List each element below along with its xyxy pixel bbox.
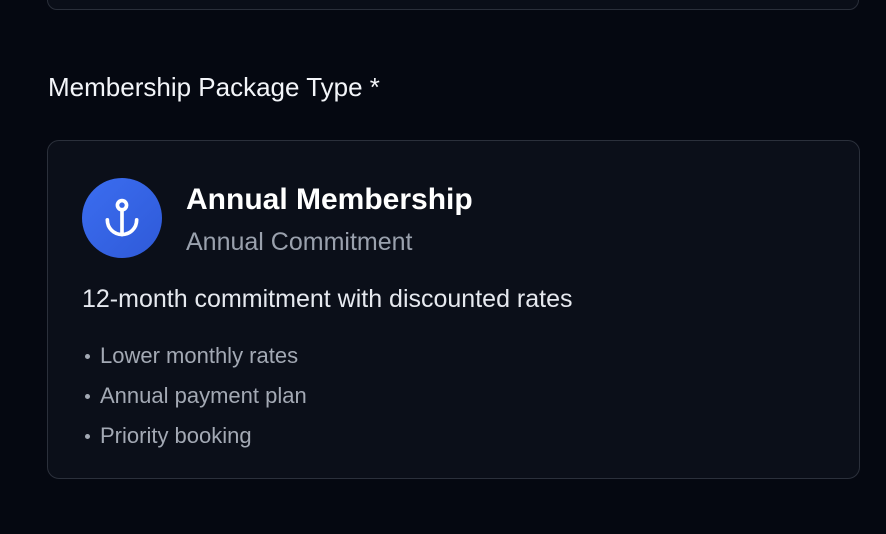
bullet-icon	[85, 393, 90, 399]
package-option-card[interactable]: Annual Membership Annual Commitment 12-m…	[47, 140, 860, 479]
package-icon-badge	[82, 178, 162, 258]
feature-list: Lower monthly rates Annual payment plan …	[82, 336, 307, 456]
anchor-icon	[105, 198, 139, 237]
bullet-icon	[85, 353, 90, 359]
feature-item: Lower monthly rates	[82, 336, 307, 376]
package-title: Annual Membership	[186, 183, 473, 216]
feature-item: Priority booking	[82, 416, 307, 456]
feature-text: Annual payment plan	[100, 383, 307, 408]
package-description: 12-month commitment with discounted rate…	[82, 285, 573, 313]
feature-text: Priority booking	[100, 423, 252, 448]
feature-text: Lower monthly rates	[100, 343, 299, 368]
package-type-label: Membership Package Type *	[48, 72, 380, 102]
feature-item: Annual payment plan	[82, 376, 307, 416]
previous-field-card	[47, 0, 859, 10]
package-subtitle: Annual Commitment	[186, 228, 413, 256]
bullet-icon	[85, 433, 90, 439]
